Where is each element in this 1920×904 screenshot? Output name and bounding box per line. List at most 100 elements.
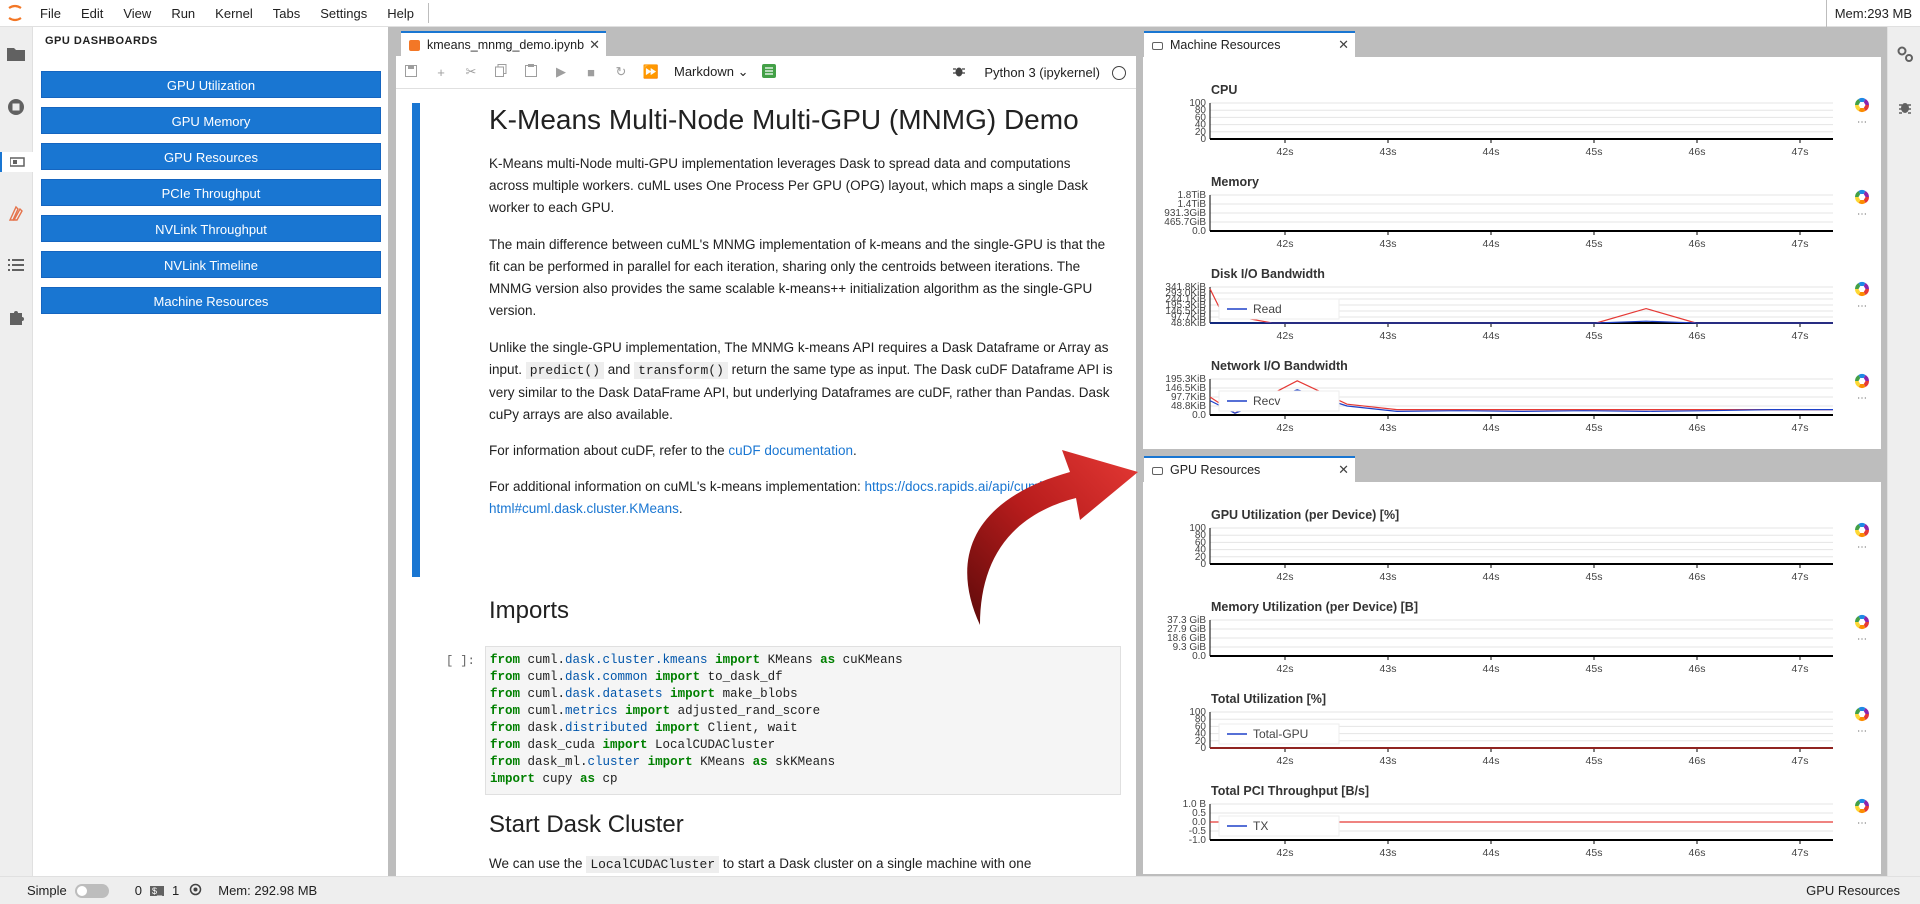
- terminals-count[interactable]: 0: [135, 883, 142, 898]
- cudf-documentation-link[interactable]: cuDF documentation: [728, 443, 853, 458]
- kernel-name[interactable]: Python 3 (ipykernel): [984, 65, 1100, 80]
- x-tick-label: 46s: [1689, 663, 1706, 675]
- copy-icon[interactable]: [486, 64, 516, 80]
- more-options-icon[interactable]: ⋯: [1857, 818, 1867, 829]
- menu-tabs[interactable]: Tabs: [263, 0, 310, 27]
- tab-gpu-resources[interactable]: GPU Resources ✕: [1144, 456, 1355, 482]
- simple-mode-toggle[interactable]: [74, 883, 109, 898]
- x-tick-label: 42s: [1277, 330, 1294, 342]
- x-tick-label: 47s: [1792, 146, 1809, 158]
- x-tick-label: 47s: [1792, 422, 1809, 434]
- menu-kernel[interactable]: Kernel: [205, 0, 263, 27]
- more-options-icon[interactable]: ⋯: [1857, 393, 1867, 404]
- gpu-utilization-button[interactable]: GPU Utilization: [41, 71, 381, 98]
- menu-help[interactable]: Help: [377, 0, 424, 27]
- chart-plot[interactable]: 37.3 GiB27.9 GiB18.6 GiB9.3 GiB0.042s 43s…: [1143, 614, 1833, 680]
- code-line: import cupy as cp: [490, 771, 1116, 788]
- menu-view[interactable]: View: [113, 0, 161, 27]
- more-options-icon[interactable]: ⋯: [1857, 209, 1867, 220]
- active-panel-label: GPU Resources: [1806, 883, 1900, 898]
- more-options-icon[interactable]: ⋯: [1857, 542, 1867, 553]
- active-cell-indicator: [412, 103, 420, 577]
- close-icon[interactable]: ✕: [1338, 458, 1349, 482]
- nvlink-timeline-button[interactable]: NVLink Timeline: [41, 251, 381, 278]
- folder-icon[interactable]: [6, 44, 26, 64]
- cell-type-value: Markdown: [674, 64, 734, 79]
- x-tick-label: 47s: [1792, 755, 1809, 767]
- more-options-icon[interactable]: ⋯: [1857, 117, 1867, 128]
- tab-machine-resources[interactable]: Machine Resources ✕: [1144, 31, 1355, 57]
- bokeh-logo-icon[interactable]: [1854, 798, 1870, 814]
- restart-icon[interactable]: ↻: [606, 64, 636, 80]
- tab-notebook[interactable]: kmeans_mnmg_demo.ipynb ✕: [401, 31, 606, 57]
- bug-icon[interactable]: [952, 64, 966, 81]
- code-cell[interactable]: from cuml.dask.cluster.kmeans import KMe…: [485, 646, 1121, 795]
- menu-edit[interactable]: Edit: [71, 0, 113, 27]
- chart-plot[interactable]: 1.8TiB1.4TiB931.3GiB465.7GiB0.042s 43s 44s…: [1143, 189, 1833, 255]
- menu-settings[interactable]: Settings: [310, 0, 377, 27]
- kernels-count[interactable]: 1: [172, 883, 179, 898]
- fast-forward-icon[interactable]: ⏩: [636, 64, 666, 80]
- chart-plot[interactable]: 1.0 B0.50.0-0.5-1.042s 43s 44s 45s 46s 47sTX: [1143, 798, 1833, 864]
- machine-resources-button[interactable]: Machine Resources: [41, 287, 381, 314]
- code-token: cp: [595, 772, 618, 786]
- gpu-resources-button[interactable]: GPU Resources: [41, 143, 381, 170]
- bokeh-logo-icon[interactable]: [1854, 373, 1870, 389]
- gpu-memory-button[interactable]: GPU Memory: [41, 107, 381, 134]
- bokeh-logo-icon[interactable]: [1854, 97, 1870, 113]
- x-tick-label: 43s: [1380, 755, 1397, 767]
- more-options-icon[interactable]: ⋯: [1857, 726, 1867, 737]
- run-icon[interactable]: ▶: [546, 64, 576, 80]
- menu-run[interactable]: Run: [161, 0, 205, 27]
- extension-manager-icon[interactable]: [6, 307, 26, 327]
- imports-heading-cell[interactable]: Imports: [489, 597, 569, 625]
- x-tick-label: 43s: [1380, 847, 1397, 859]
- menu-file[interactable]: File: [30, 0, 71, 27]
- x-tick-label: 42s: [1277, 422, 1294, 434]
- paragraph-cluster: We can use the LocalCUDACluster to start…: [489, 853, 1114, 876]
- bokeh-logo-icon[interactable]: [1854, 189, 1870, 205]
- more-options-icon[interactable]: ⋯: [1857, 634, 1867, 645]
- cell-type-select[interactable]: Markdown ⌄: [674, 64, 749, 80]
- chart-plot[interactable]: 10080604020042s 43s 44s 45s 46s 47sTotal-GPU: [1143, 706, 1833, 772]
- cut-icon[interactable]: ✂: [456, 64, 486, 80]
- git-icon[interactable]: [761, 63, 777, 82]
- dask-icon[interactable]: [6, 204, 26, 224]
- close-icon[interactable]: ✕: [1338, 33, 1349, 57]
- paragraph-cluster-text: We can use the LocalCUDACluster to start…: [489, 853, 1114, 876]
- code-token: from: [490, 704, 521, 718]
- chart-plot[interactable]: 10080604020042s 43s 44s 45s 46s 47s: [1143, 522, 1833, 588]
- bokeh-logo-icon[interactable]: [1854, 706, 1870, 722]
- start-cluster-heading-cell[interactable]: Start Dask Cluster: [489, 811, 684, 839]
- chart-plot[interactable]: 195.3KiB146.5KiB97.7KiB48.8KiB0.042s 43s 4…: [1143, 373, 1833, 439]
- running-icon[interactable]: [6, 97, 26, 117]
- code-token: LocalCUDACluster: [647, 738, 776, 752]
- jupyter-logo-icon: [0, 0, 30, 27]
- pcie-throughput-button[interactable]: PCIe Throughput: [41, 179, 381, 206]
- x-tick-label: 43s: [1380, 146, 1397, 158]
- more-options-icon[interactable]: ⋯: [1857, 301, 1867, 312]
- table-of-contents-icon[interactable]: [6, 255, 26, 275]
- x-tick-label: 42s: [1277, 755, 1294, 767]
- chart-plot[interactable]: 10080604020042s 43s 44s 45s 46s 47s: [1143, 97, 1833, 163]
- property-inspector-icon[interactable]: [1895, 44, 1915, 64]
- add-cell-icon[interactable]: +: [426, 65, 456, 80]
- code-token: import: [490, 772, 536, 786]
- bokeh-logo-icon[interactable]: [1854, 281, 1870, 297]
- paste-icon[interactable]: [516, 64, 546, 80]
- x-tick-label: 44s: [1483, 422, 1500, 434]
- bokeh-logo-icon[interactable]: [1854, 522, 1870, 538]
- gpu-dashboards-icon[interactable]: [0, 152, 33, 172]
- stop-icon[interactable]: ■: [576, 65, 606, 80]
- bokeh-logo-icon[interactable]: [1854, 614, 1870, 630]
- save-icon[interactable]: [396, 64, 426, 80]
- memory-indicator: Mem:293 MB: [1825, 0, 1920, 27]
- close-icon[interactable]: ✕: [589, 33, 600, 57]
- chart-plot[interactable]: 341.8KiB293.0KiB244.1KiB195.3KiB146.5KiB…: [1143, 281, 1833, 347]
- code-token: import: [715, 653, 761, 667]
- legend-label: Read: [1253, 302, 1282, 316]
- debugger-icon[interactable]: [1895, 97, 1915, 117]
- nvlink-throughput-button[interactable]: NVLink Throughput: [41, 215, 381, 242]
